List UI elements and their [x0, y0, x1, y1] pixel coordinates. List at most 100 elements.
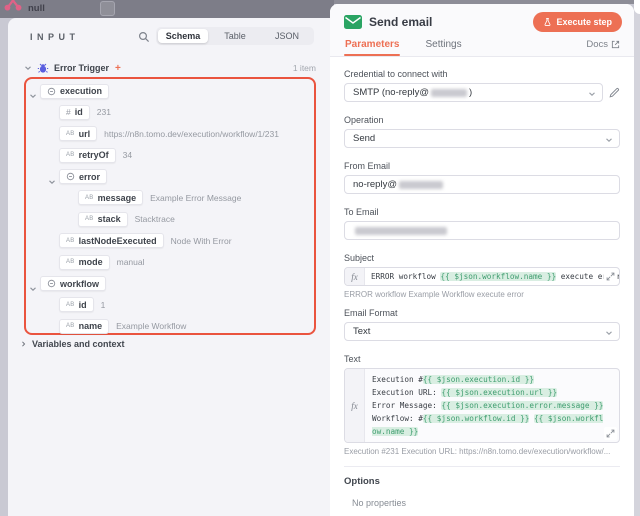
from-email-input[interactable]: no-reply@ [344, 175, 620, 194]
email-format-value: Text [353, 326, 371, 337]
tab-parameters[interactable]: Parameters [344, 37, 401, 56]
schema-source-row[interactable]: Error Trigger + 1 item [8, 60, 330, 76]
schema-key-pill[interactable]: execution [40, 83, 110, 99]
schema-key-pill[interactable]: AB url [59, 126, 98, 142]
string-type-icon: AB [66, 259, 75, 266]
canvas-topbar: null [0, 0, 334, 18]
schema-key-pill[interactable]: AB mode [59, 254, 110, 270]
schema-row[interactable]: AB mode manual [24, 254, 316, 270]
chevron-down-icon[interactable] [29, 87, 37, 98]
from-email-label: From Email [344, 161, 391, 171]
edit-credential-pencil-icon[interactable] [609, 87, 620, 98]
schema-tree: execution # id 231 AB url https://n8n.tomo.dev… [24, 83, 316, 340]
execute-step-label: Execute step [556, 17, 612, 27]
object-type-icon [66, 172, 75, 181]
schema-row[interactable]: AB message Example Error Message [24, 190, 316, 206]
subject-label: Subject [344, 253, 375, 263]
expression-token: {{ $json.workflow.name }} [440, 272, 557, 281]
text-expression-content[interactable]: Execution #{{ $json.execution.id }} Execu… [365, 369, 619, 442]
schema-key-pill[interactable]: AB id [59, 297, 94, 313]
schema-key: execution [60, 86, 103, 96]
schema-key-pill[interactable]: AB retryOf [59, 147, 116, 163]
pin-plus-icon[interactable]: + [115, 63, 121, 74]
chevron-down-icon [606, 138, 612, 142]
schema-key-pill[interactable]: workflow [40, 276, 107, 292]
schema-row[interactable]: workflow [24, 276, 316, 292]
docs-link[interactable]: Docs [586, 39, 620, 56]
object-type-icon [47, 279, 56, 288]
docs-label: Docs [586, 39, 608, 50]
search-icon[interactable] [138, 31, 150, 43]
schema-value: 1 [100, 299, 106, 310]
schema-key-pill[interactable]: AB message [78, 190, 144, 206]
node-panel-header: Send email Execute step Parameters Setti… [330, 4, 634, 57]
schema-key: name [78, 321, 103, 332]
expression-line: Execution #{{ $json.execution.id }} [372, 373, 605, 386]
tab-table[interactable]: Table [210, 29, 260, 43]
schema-key-pill[interactable]: error [59, 169, 108, 185]
text-expression-field[interactable]: fx Execution #{{ $json.execution.id }} Ex… [344, 368, 620, 443]
options-empty-text: No properties [352, 498, 407, 508]
chevron-down-icon[interactable] [48, 173, 56, 184]
schema-row[interactable]: AB id 1 [24, 297, 316, 313]
operation-select[interactable]: Send [344, 129, 620, 148]
expression-text: Execution # [372, 375, 423, 384]
credential-value-suffix: ) [469, 87, 473, 98]
credential-select[interactable]: SMTP (no-reply@ ) [344, 83, 603, 102]
string-type-icon: AB [66, 237, 75, 244]
to-email-label: To Email [344, 207, 379, 217]
variables-context-toggle[interactable]: Variables and context [20, 339, 125, 349]
schema-row[interactable]: AB stack Stacktrace [24, 211, 316, 227]
send-email-node-icon [344, 15, 362, 29]
schema-key: mode [78, 257, 103, 268]
options-section: Options No properties Add option [344, 466, 620, 516]
chevron-down-icon[interactable] [29, 280, 37, 291]
schema-row[interactable]: AB lastNodeExecuted Node With Error [24, 233, 316, 249]
expand-expression-icon[interactable] [604, 270, 617, 283]
subject-expression-field[interactable]: fx ERROR workflow {{ $json.workflow.name… [344, 267, 620, 286]
tab-settings[interactable]: Settings [424, 37, 462, 56]
parameters-body: Credential to connect with SMTP (no-repl… [330, 57, 634, 516]
subject-expression-content[interactable]: ERROR workflow {{ $json.workflow.name }}… [365, 268, 619, 285]
schema-key-pill[interactable]: # id [59, 104, 90, 120]
schema-key-pill[interactable]: AB stack [78, 211, 128, 227]
schema-key-pill[interactable]: AB name [59, 318, 110, 334]
canvas-node-title: null [28, 3, 45, 14]
canvas-node-icon [4, 0, 22, 11]
expression-token: {{ $json.execution.url }} [441, 388, 558, 397]
schema-row[interactable]: AB name Example Workflow [24, 318, 316, 334]
string-type-icon: AB [66, 323, 75, 330]
schema-key: retryOf [78, 150, 109, 161]
tab-json[interactable]: JSON [262, 29, 312, 43]
expand-expression-icon[interactable] [604, 427, 617, 440]
string-type-icon: AB [66, 130, 75, 137]
to-email-input[interactable] [344, 221, 620, 240]
schema-key: stack [97, 214, 121, 225]
email-format-label: Email Format [344, 308, 398, 318]
schema-value: Example Workflow [116, 321, 187, 332]
schema-row[interactable]: # id 231 [24, 104, 316, 120]
canvas-toolbar-button[interactable] [100, 1, 115, 16]
node-title: Send email [369, 15, 433, 29]
text-preview: Execution #231 Execution URL: https://n8… [344, 447, 611, 456]
n8n-node-detail-view: null INPUT Schema Table JSON Error Trigg… [0, 0, 640, 516]
schema-row[interactable]: error [24, 169, 316, 185]
schema-value: Node With Error [170, 235, 232, 246]
schema-key-pill[interactable]: AB lastNodeExecuted [59, 233, 164, 249]
schema-row[interactable]: execution [24, 83, 316, 99]
email-format-select[interactable]: Text [344, 322, 620, 341]
display-mode-switch: Schema Table JSON [156, 27, 314, 45]
expression-token: {{ $json.execution.id }} [422, 375, 535, 384]
expression-token: {{ $json.workflow.id }} [422, 414, 530, 423]
schema-value: manual [116, 257, 145, 268]
expression-line: Error Message: {{ $json.execution.error.… [372, 399, 605, 412]
execute-step-button[interactable]: Execute step [533, 12, 622, 32]
chevron-down-icon[interactable] [24, 64, 32, 72]
schema-row[interactable]: AB retryOf 34 [24, 147, 316, 163]
string-type-icon: AB [85, 216, 94, 223]
source-node-name: Error Trigger [54, 63, 110, 73]
tab-schema[interactable]: Schema [158, 29, 208, 43]
chevron-down-icon [589, 92, 595, 96]
schema-key: error [79, 171, 101, 182]
schema-row[interactable]: AB url https://n8n.tomo.dev/execution/work… [24, 126, 316, 142]
